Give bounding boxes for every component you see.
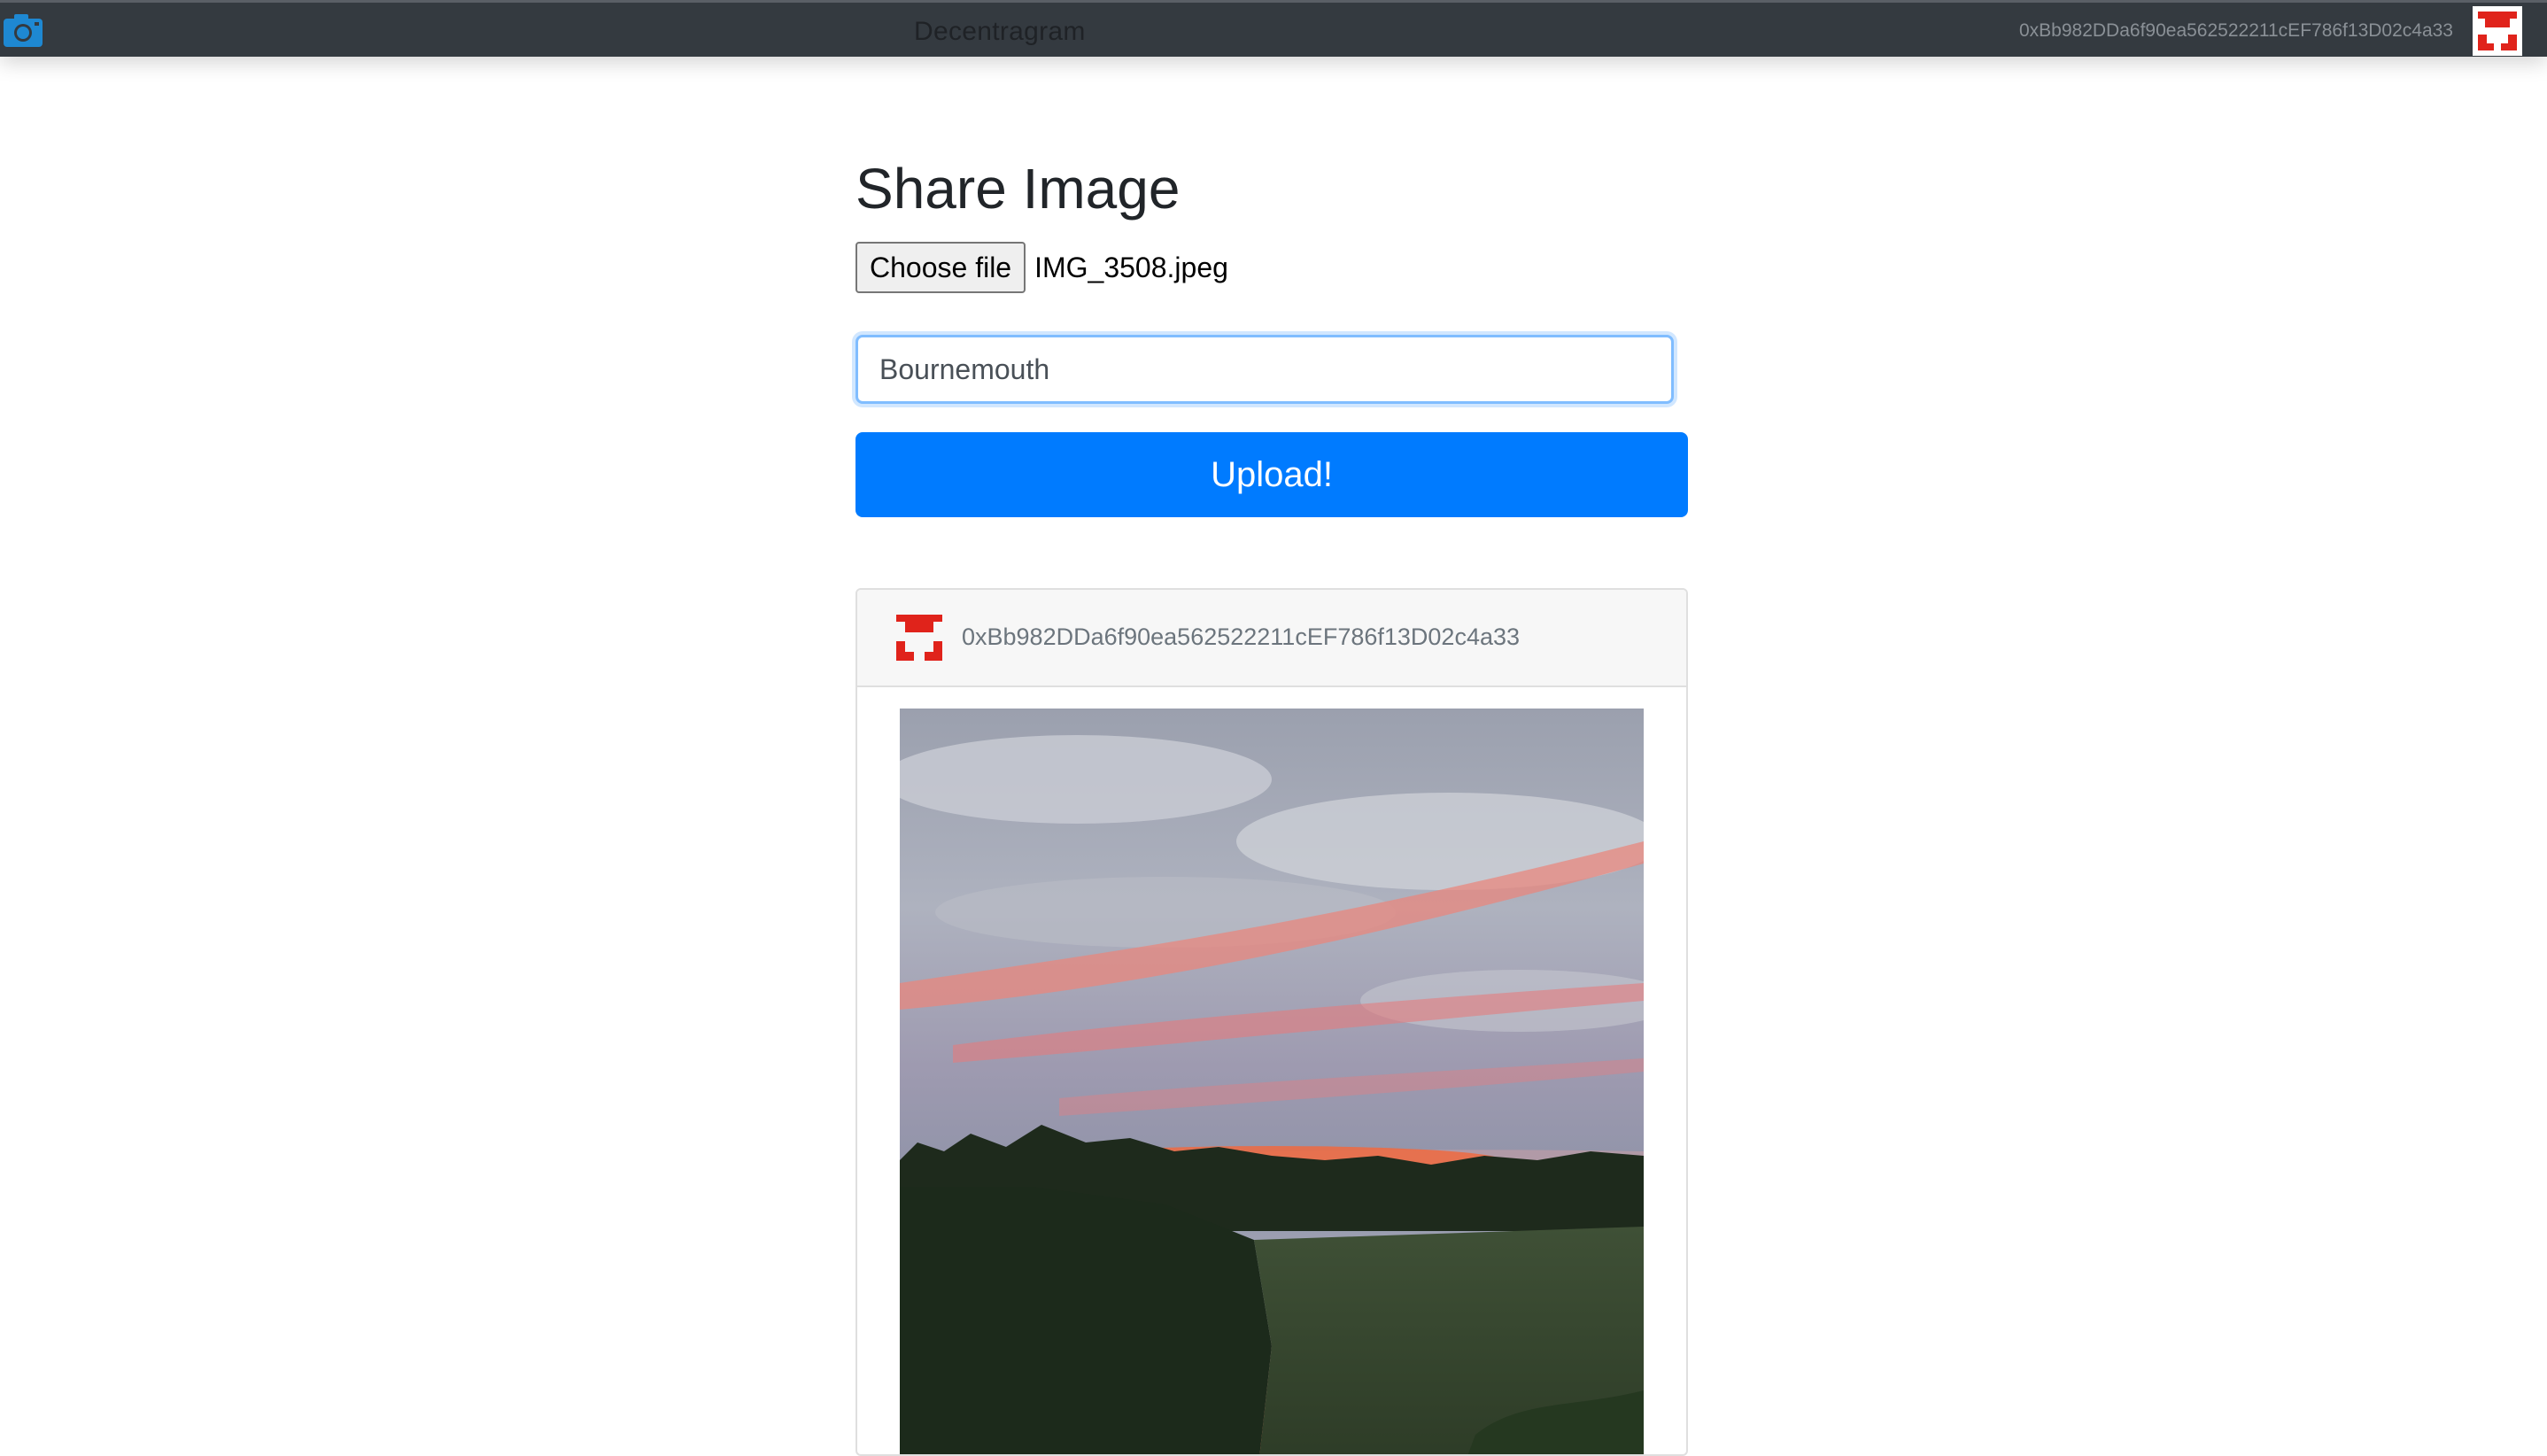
selected-file-name: IMG_3508.jpeg [1034, 251, 1228, 283]
image-description-input[interactable] [855, 335, 1674, 404]
camera-icon[interactable] [0, 10, 46, 52]
account-address: 0xBb982DDa6f90ea562522211cEF786f13D02c4a… [2018, 20, 2453, 41]
file-picker: Choose file IMG_3508.jpeg [855, 241, 1228, 294]
brand-title[interactable]: Decentragram [914, 17, 1086, 47]
upload-button[interactable]: Upload! [855, 432, 1688, 517]
navbar: Decentragram 0xBb982DDa6f90ea562522211cE… [0, 0, 2547, 57]
page-title: Share Image [855, 157, 1181, 221]
identicon-avatar [894, 613, 944, 662]
post-card: 0xBb982DDa6f90ea562522211cEF786f13D02c4a… [855, 588, 1688, 1456]
post-header: 0xBb982DDa6f90ea562522211cEF786f13D02c4a… [857, 590, 1686, 687]
choose-file-button[interactable]: Choose file [855, 242, 1026, 293]
identicon-avatar [2473, 6, 2522, 56]
post-author-address: 0xBb982DDa6f90ea562522211cEF786f13D02c4a… [962, 623, 1521, 650]
sunset-landscape-photo[interactable] [900, 709, 1644, 1456]
